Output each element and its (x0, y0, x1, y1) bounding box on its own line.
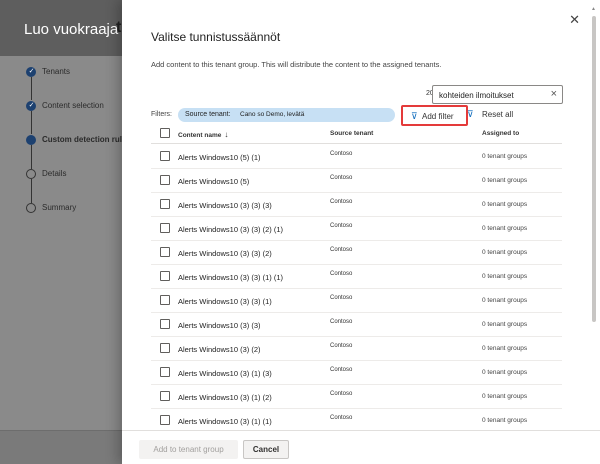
row-source-tenant: Contoso (330, 151, 353, 157)
add-to-tenant-group-button[interactable]: Add to tenant group (139, 440, 238, 459)
row-content-name: Alerts Windows10 (3) (3) (2) (1) (178, 225, 284, 234)
row-assigned-to: 0 tenant groups (482, 225, 528, 232)
search-input[interactable]: kohteiden ilmoitukset × (432, 85, 563, 104)
table-row[interactable]: Alerts Windows10 (5) Contoso 0 tenant grou… (151, 169, 562, 193)
row-assigned-to: 0 tenant groups (482, 345, 528, 352)
row-content-name: Alerts Windows10 (5) (178, 177, 250, 186)
wizard-title-extra: t (116, 19, 122, 36)
row-checkbox[interactable] (160, 223, 170, 233)
search-value: kohteiden ilmoitukset (439, 91, 514, 100)
row-source-tenant: Contoso (330, 175, 353, 181)
row-assigned-to: 0 tenant groups (482, 201, 528, 208)
table-row[interactable]: Alerts Windows10 (3) (3) (2) (1) Contoso 0… (151, 217, 562, 241)
chip-key: Source tenant: (185, 111, 231, 118)
row-content-name: Alerts Windows10 (3) (1) (2) (178, 393, 272, 402)
row-source-tenant: Contoso (330, 367, 353, 373)
row-checkbox[interactable] (160, 151, 170, 161)
row-content-name: Alerts Windows10 (3) (1) (3) (178, 369, 272, 378)
source-tenant-filter-chip[interactable]: Source tenant: Cano so Demo, levätä (178, 108, 395, 122)
row-checkbox[interactable] (160, 199, 170, 209)
row-content-name: Alerts Windows10 (3) (3) (3) (178, 201, 272, 210)
row-source-tenant: Contoso (330, 271, 353, 277)
table-row[interactable]: Alerts Windows10 (3) (3) (2) Contoso 0 ten… (151, 241, 562, 265)
table-row[interactable]: Alerts Windows10 (3) (3) (3) Contoso 0 ten… (151, 193, 562, 217)
row-source-tenant: Contoso (330, 199, 353, 205)
reset-filter-icon: ⊽ (467, 109, 474, 119)
column-assigned-to[interactable]: Assigned to (482, 130, 519, 137)
scrollbar[interactable]: ▲ ▼ (591, 6, 597, 458)
column-content-name[interactable]: Content name ↓ (178, 130, 228, 139)
panel-title: Valitse tunnistussäännöt (151, 30, 281, 44)
panel-description: Add content to this tenant group. This w… (151, 60, 442, 69)
select-rules-panel: ✕ Valitse tunnistussäännöt Add content t… (122, 0, 600, 464)
scrollbar-thumb[interactable] (592, 16, 596, 322)
row-source-tenant: Contoso (330, 391, 353, 397)
row-assigned-to: 0 tenant groups (482, 297, 528, 304)
row-content-name: Alerts Windows10 (3) (3) (1) (178, 297, 272, 306)
filter-icon: ⊽ (411, 111, 418, 121)
table-row[interactable]: Alerts Windows10 (3) (2) Contoso 0 tenant … (151, 337, 562, 361)
row-source-tenant: Contoso (330, 223, 353, 229)
row-assigned-to: 0 tenant groups (482, 153, 528, 160)
row-assigned-to: 0 tenant groups (482, 321, 528, 328)
row-checkbox[interactable] (160, 295, 170, 305)
row-checkbox[interactable] (160, 247, 170, 257)
row-checkbox[interactable] (160, 319, 170, 329)
row-checkbox[interactable] (160, 415, 170, 425)
row-assigned-to: 0 tenant groups (482, 417, 528, 424)
sort-arrow-icon: ↓ (224, 130, 229, 139)
step-pending-icon (26, 169, 36, 179)
step-pending-icon (26, 203, 36, 213)
row-assigned-to: 0 tenant groups (482, 393, 528, 400)
close-icon[interactable]: ✕ (569, 12, 580, 28)
row-source-tenant: Contoso (330, 295, 353, 301)
wizard-title: Luo vuokraaja (24, 21, 119, 38)
row-content-name: Alerts Windows10 (3) (3) (178, 321, 261, 330)
filters-label: Filters: (151, 111, 172, 118)
table-row[interactable]: Alerts Windows10 (3) (1) (2) Contoso 0 ten… (151, 385, 562, 409)
row-checkbox[interactable] (160, 271, 170, 281)
row-checkbox[interactable] (160, 391, 170, 401)
row-assigned-to: 0 tenant groups (482, 177, 528, 184)
checkmark-icon: ✓ (28, 68, 35, 75)
row-assigned-to: 0 tenant groups (482, 273, 528, 280)
add-filter-button[interactable]: ⊽ Add filter (401, 105, 468, 126)
row-content-name: Alerts Windows10 (5) (1) (178, 153, 261, 162)
scroll-up-icon[interactable]: ▲ (591, 6, 596, 12)
cancel-button[interactable]: Cancel (243, 440, 289, 459)
chip-value: Cano so Demo, levätä (240, 111, 305, 118)
row-source-tenant: Contoso (330, 247, 353, 253)
row-content-name: Alerts Windows10 (3) (3) (1) (1) (178, 273, 284, 282)
panel-footer: Add to tenant group Cancel (122, 430, 600, 464)
row-source-tenant: Contoso (330, 415, 353, 421)
clear-search-icon[interactable]: × (551, 88, 557, 100)
row-content-name: Alerts Windows10 (3) (2) (178, 345, 261, 354)
column-source-tenant[interactable]: Source tenant (330, 130, 373, 137)
row-checkbox[interactable] (160, 367, 170, 377)
checkmark-icon: ✓ (28, 102, 35, 109)
table-row[interactable]: Alerts Windows10 (3) (3) (1) (1) Contoso 0… (151, 265, 562, 289)
table-row[interactable]: Alerts Windows10 (3) (1) (3) Contoso 0 ten… (151, 361, 562, 385)
row-assigned-to: 0 tenant groups (482, 369, 528, 376)
row-assigned-to: 0 tenant groups (482, 249, 528, 256)
select-all-checkbox[interactable] (160, 128, 170, 138)
wizard-footer (0, 430, 122, 464)
row-source-tenant: Contoso (330, 343, 353, 349)
table-header: Content name ↓ Source tenant Assigned to (151, 124, 562, 144)
step-current-icon (26, 135, 36, 145)
row-content-name: Alerts Windows10 (3) (1) (1) (178, 417, 272, 426)
row-content-name: Alerts Windows10 (3) (3) (2) (178, 249, 272, 258)
row-checkbox[interactable] (160, 343, 170, 353)
table-row[interactable]: Alerts Windows10 (5) (1) Contoso 0 tenant … (151, 145, 562, 169)
table-row[interactable]: Alerts Windows10 (3) (3) (1) Contoso 0 ten… (151, 289, 562, 313)
row-source-tenant: Contoso (330, 319, 353, 325)
row-checkbox[interactable] (160, 175, 170, 185)
table-row[interactable]: Alerts Windows10 (3) (3) Contoso 0 tenant … (151, 313, 562, 337)
